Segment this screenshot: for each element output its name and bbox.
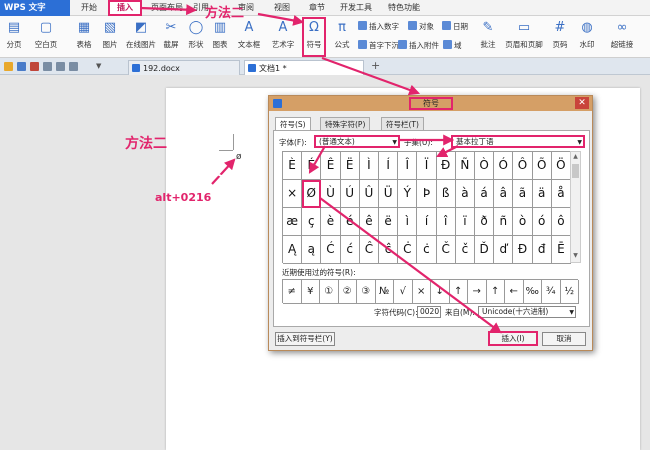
arrow-line: [319, 197, 502, 334]
annotation-method-one: 方法二: [205, 6, 245, 21]
arrow-line: [139, 4, 198, 16]
arrow-line: [436, 145, 459, 157]
arrow-line: [321, 56, 421, 96]
annotation-arrows: [139, 4, 502, 334]
arrow-line: [257, 12, 305, 26]
wps-writer-window: WPS 文字 开始 插入 页面布局 引用 审阅 视图 章节 开发工具 特色功能 …: [0, 0, 650, 450]
highlight-circle: [203, 121, 261, 179]
annotation-shortcut: alt+0216: [155, 191, 212, 204]
annotation-method-two: 方法二: [125, 136, 167, 152]
arrow-line: [308, 145, 326, 174]
